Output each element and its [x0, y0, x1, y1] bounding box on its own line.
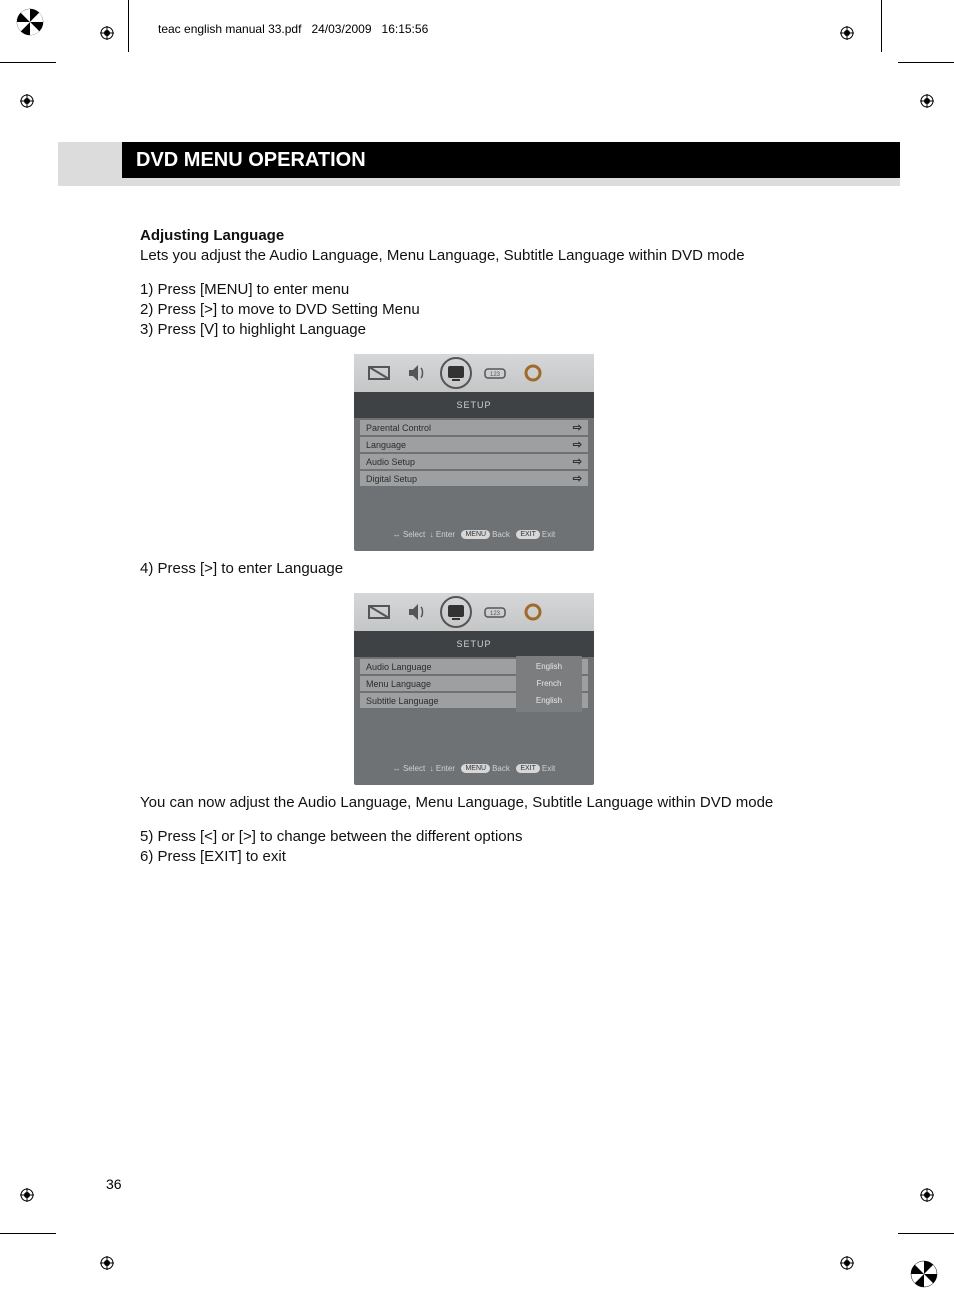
osd-hint-bar: ↔ Select ↓ Enter MENUBack EXITExit [354, 756, 594, 781]
step-item: 3) Press [V] to highlight Language [140, 320, 900, 340]
crop-line [898, 1233, 954, 1234]
hint-enter: Enter [436, 764, 455, 773]
picture-settings-icon [364, 360, 394, 386]
step-item: 6) Press [EXIT] to exit [140, 847, 900, 867]
hint-select: Select [403, 764, 425, 773]
registration-mark-icon [840, 26, 854, 40]
registration-mark-icon [920, 1188, 934, 1202]
crop-line [881, 18, 882, 52]
channel-settings-icon: 123 [480, 599, 510, 625]
osd-row-label: Digital Setup [366, 469, 573, 489]
hint-back: Back [492, 530, 510, 539]
section-title: DVD MENU OPERATION [122, 142, 900, 178]
osd-hint-bar: ↔ Select ↓ Enter MENUBack EXITExit [354, 522, 594, 547]
crop-line [128, 18, 129, 52]
hint-exit: Exit [542, 530, 555, 539]
hint-select: Select [403, 530, 425, 539]
osd-row: Digital Setup⇨ [360, 471, 588, 486]
registration-mark-icon [920, 94, 934, 108]
menu-pill: MENU [461, 764, 490, 773]
hint-back: Back [492, 764, 510, 773]
step-item: 2) Press [>] to move to DVD Setting Menu [140, 300, 900, 320]
exit-pill: EXIT [516, 530, 540, 539]
osd-setup-screenshot-1: 123 SETUP Parental Control⇨ Language⇨ Au… [354, 354, 594, 551]
exit-pill: EXIT [516, 764, 540, 773]
manual-page: teac english manual 33.pdf 24/03/2009 16… [0, 0, 954, 1296]
arrow-right-icon: ⇨ [573, 469, 582, 489]
sound-settings-icon [402, 360, 432, 386]
body-content: Adjusting Language Lets you adjust the A… [140, 226, 900, 881]
osd-row: Subtitle LanguageEnglish [360, 693, 588, 708]
step-item: 1) Press [MENU] to enter menu [140, 280, 900, 300]
header-filename: teac english manual 33.pdf [158, 22, 301, 36]
osd-setup-label: SETUP [354, 631, 594, 657]
osd-setup-label: SETUP [354, 392, 594, 418]
step-item: 4) Press [>] to enter Language [140, 559, 900, 579]
crop-line [898, 62, 954, 63]
registration-mark-icon [840, 1256, 854, 1270]
page-number: 36 [106, 1176, 122, 1192]
osd-row: Menu LanguageFrench [360, 676, 588, 691]
svg-text:123: 123 [490, 611, 501, 617]
osd-row: Audio Setup⇨ [360, 454, 588, 469]
crop-line [0, 62, 56, 63]
color-bar-icon [910, 1260, 938, 1288]
section-title-bar: DVD MENU OPERATION [58, 142, 900, 186]
header-time: 16:15:56 [382, 22, 429, 36]
arrow-down-icon: ↓ [430, 530, 434, 539]
registration-mark-icon [20, 94, 34, 108]
svg-text:123: 123 [490, 372, 501, 378]
hint-enter: Enter [436, 530, 455, 539]
menu-pill: MENU [461, 530, 490, 539]
steps-list-b: 5) Press [<] or [>] to change between th… [140, 827, 900, 867]
arrow-down-icon: ↓ [430, 764, 434, 773]
osd-row: Parental Control⇨ [360, 420, 588, 435]
arrows-lr-icon: ↔ [393, 764, 401, 773]
print-header: teac english manual 33.pdf 24/03/2009 16… [158, 22, 428, 36]
intro-text: Lets you adjust the Audio Language, Menu… [140, 247, 745, 264]
registration-mark-icon [100, 26, 114, 40]
after-text: You can now adjust the Audio Language, M… [140, 793, 900, 813]
osd-row-value: English [516, 690, 582, 712]
color-bar-icon [16, 8, 44, 36]
registration-mark-icon [20, 1188, 34, 1202]
sound-settings-icon [402, 599, 432, 625]
osd-setup-screenshot-2: 123 SETUP Audio LanguageEnglish Menu Lan… [354, 593, 594, 785]
function-settings-icon [518, 360, 548, 386]
crop-line [881, 0, 882, 18]
crop-line [128, 0, 129, 18]
registration-mark-icon [100, 1256, 114, 1270]
header-date: 24/03/2009 [311, 22, 371, 36]
step-item: 5) Press [<] or [>] to change between th… [140, 827, 900, 847]
subsection-heading: Adjusting Language [140, 227, 284, 244]
osd-row-label: Subtitle Language [366, 691, 512, 711]
arrows-lr-icon: ↔ [393, 530, 401, 539]
dvd-settings-icon [440, 357, 472, 389]
osd-icon-row: 123 [354, 593, 594, 631]
dvd-settings-icon [440, 596, 472, 628]
steps-list-a: 1) Press [MENU] to enter menu 2) Press [… [140, 280, 900, 340]
function-settings-icon [518, 599, 548, 625]
osd-icon-row: 123 [354, 354, 594, 392]
hint-exit: Exit [542, 764, 555, 773]
osd-row: Audio LanguageEnglish [360, 659, 588, 674]
channel-settings-icon: 123 [480, 360, 510, 386]
osd-row: Language⇨ [360, 437, 588, 452]
crop-line [0, 1233, 56, 1234]
picture-settings-icon [364, 599, 394, 625]
